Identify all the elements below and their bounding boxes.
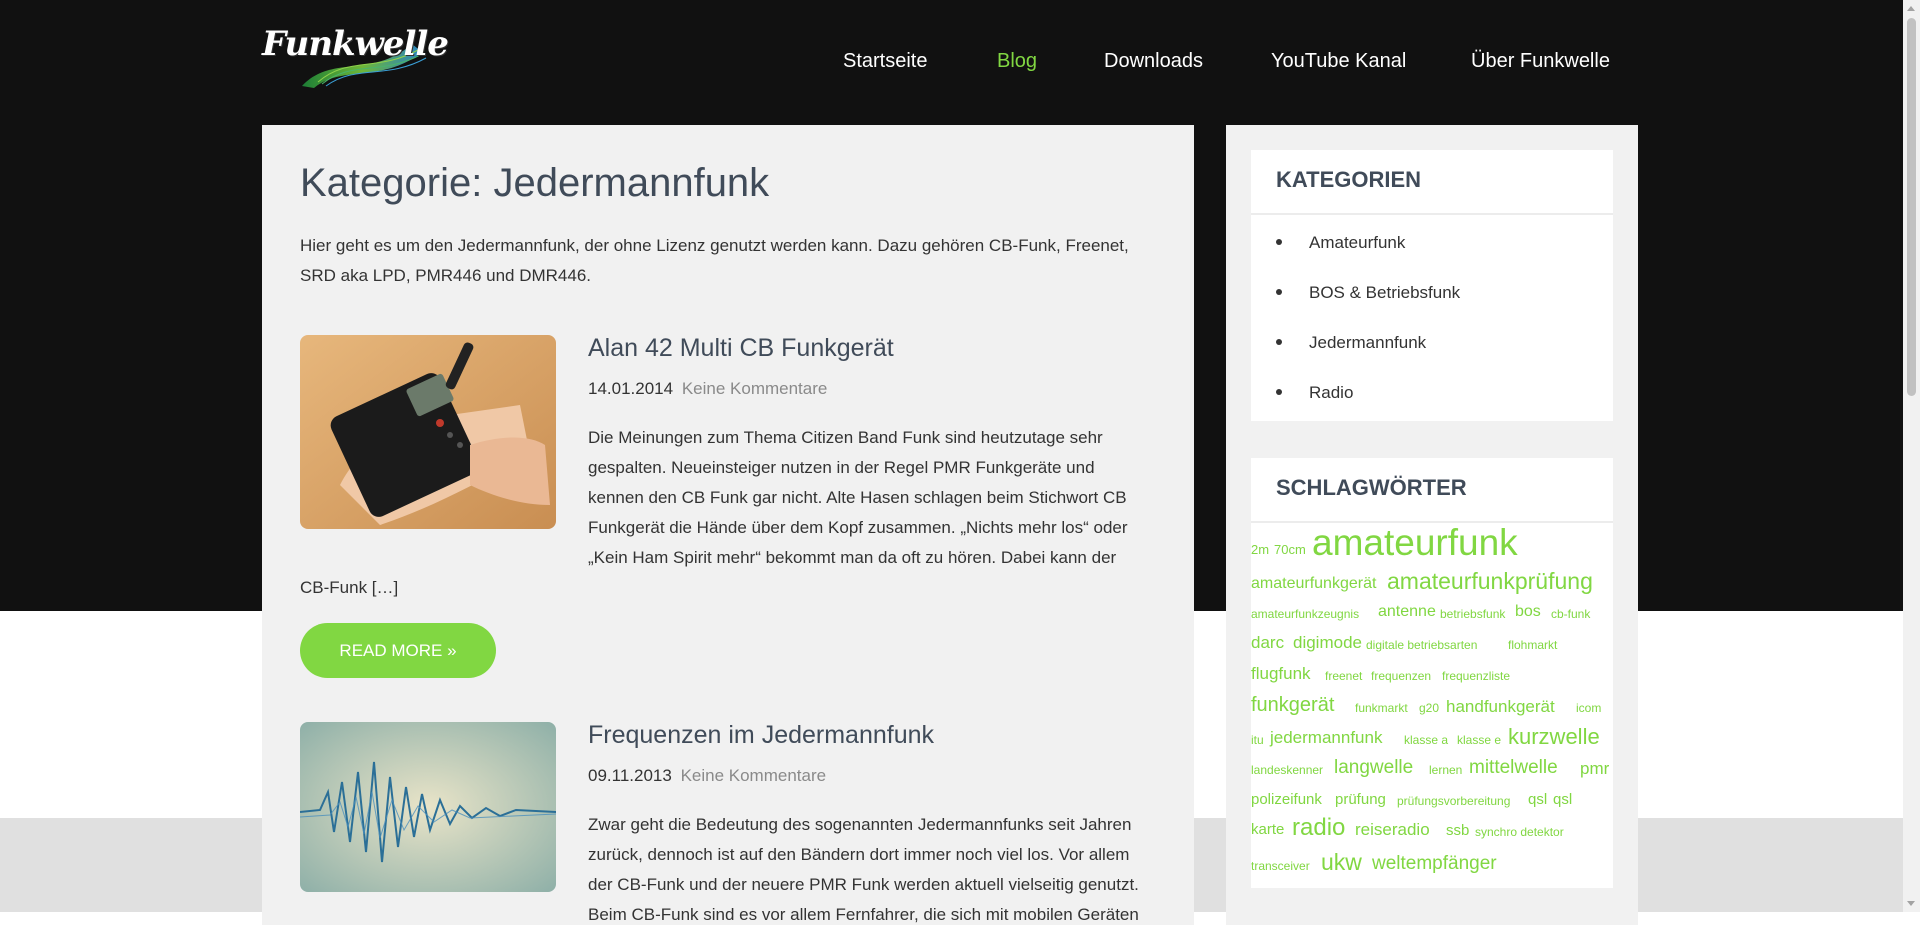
category-item-radio[interactable]: Radio: [1276, 383, 1353, 403]
tag-link[interactable]: handfunkgerät: [1446, 697, 1555, 717]
tag-link[interactable]: digitale betriebsarten: [1366, 638, 1477, 652]
post-excerpt-line: Zwar geht die Bedeutung des sogenannten …: [588, 815, 1132, 834]
category-label: BOS & Betriebsfunk: [1309, 283, 1461, 302]
tag-link[interactable]: pmr: [1580, 759, 1609, 779]
tag-link[interactable]: weltempfänger: [1372, 853, 1497, 875]
post-excerpt-line: CB-Funk […]: [300, 578, 399, 597]
tag-link[interactable]: funkgerät: [1251, 694, 1334, 717]
tag-link[interactable]: jedermannfunk: [1270, 728, 1382, 748]
tag-link[interactable]: bos: [1515, 603, 1541, 621]
category-label: Amateurfunk: [1309, 233, 1406, 252]
tag-link[interactable]: kurzwelle: [1508, 724, 1600, 750]
nav-item-blog[interactable]: Blog: [997, 50, 1037, 73]
tag-link[interactable]: landeskenner: [1251, 763, 1323, 777]
tag-link[interactable]: funkmarkt: [1355, 701, 1408, 715]
category-label: Jedermannfunk: [1309, 333, 1427, 352]
tag-link[interactable]: cb-funk: [1551, 607, 1590, 621]
category-item-bos-betriebsfunk[interactable]: BOS & Betriebsfunk: [1276, 283, 1460, 303]
post-thumbnail[interactable]: [300, 335, 556, 529]
tag-link[interactable]: qsl: [1553, 791, 1572, 808]
nav-item-startseite[interactable]: Startseite: [843, 50, 927, 73]
main-content: Kategorie: Jedermannfunk Hier geht es um…: [262, 125, 1194, 925]
tag-link[interactable]: synchro detektor: [1475, 825, 1564, 839]
tag-link[interactable]: digimode: [1293, 633, 1362, 653]
tag-link[interactable]: amateurfunkprüfung: [1387, 568, 1593, 595]
category-item-jedermannfunk[interactable]: Jedermannfunk: [1276, 333, 1426, 353]
tag-link[interactable]: amateurfunkgerät: [1251, 575, 1376, 593]
waveform-image: [300, 722, 556, 892]
sidebar: KATEGORIEN Amateurfunk BOS & Betriebsfun…: [1226, 125, 1638, 925]
page-scrollbar[interactable]: [1903, 0, 1920, 912]
tag-link[interactable]: prüfung: [1335, 791, 1386, 808]
tag-link[interactable]: ssb: [1446, 822, 1469, 839]
tag-link[interactable]: darc: [1251, 633, 1284, 653]
post-title[interactable]: Alan 42 Multi CB Funkgerät: [588, 334, 894, 363]
tag-link[interactable]: ukw: [1321, 849, 1362, 876]
scrollbar-thumb[interactable]: [1907, 18, 1916, 396]
post-excerpt-line: gespalten. Neueinsteiger nutzen in der R…: [588, 458, 1095, 477]
tag-link[interactable]: g20: [1419, 701, 1439, 715]
bullet-icon: [1276, 288, 1282, 295]
post-excerpt-line: Funkgerät die Hände über dem Kopf zusamm…: [588, 518, 1128, 537]
read-more-button[interactable]: READ MORE »: [300, 623, 496, 678]
post-title[interactable]: Frequenzen im Jedermannfunk: [588, 721, 934, 750]
post-meta: 09.11.2013 Keine Kommentare: [588, 766, 826, 786]
tag-link[interactable]: langwelle: [1334, 757, 1413, 779]
tag-link[interactable]: klasse a: [1404, 733, 1448, 747]
tag-link[interactable]: frequenzen: [1371, 669, 1431, 683]
tag-link[interactable]: betriebsfunk: [1440, 607, 1505, 621]
nav-item-youtube-kanal[interactable]: YouTube Kanal: [1271, 50, 1406, 73]
categories-widget: KATEGORIEN Amateurfunk BOS & Betriebsfun…: [1251, 150, 1613, 421]
tag-link[interactable]: lernen: [1429, 763, 1462, 777]
bullet-icon: [1276, 338, 1282, 345]
post-thumbnail[interactable]: [300, 722, 556, 892]
bullet-icon: [1276, 388, 1282, 395]
tag-link[interactable]: freenet: [1325, 669, 1362, 683]
nav-item-ueber-funkwelle[interactable]: Über Funkwelle: [1471, 50, 1610, 73]
post-comments-link[interactable]: Keine Kommentare: [682, 379, 828, 398]
tag-link[interactable]: frequenzliste: [1442, 669, 1510, 683]
tag-link[interactable]: 2m: [1251, 542, 1269, 557]
tag-link[interactable]: qsl: [1528, 791, 1547, 808]
tag-link[interactable]: amateurfunkzeugnis: [1251, 607, 1359, 621]
post-date: 14.01.2014: [588, 379, 674, 398]
tag-link[interactable]: 70cm: [1274, 542, 1306, 557]
tag-link[interactable]: itu: [1251, 733, 1264, 747]
tag-link[interactable]: prüfungsvorbereitung: [1397, 794, 1510, 808]
widget-title: SCHLAGWÖRTER: [1251, 458, 1613, 523]
page-title: Kategorie: Jedermannfunk: [300, 161, 770, 205]
category-item-amateurfunk[interactable]: Amateurfunk: [1276, 233, 1405, 253]
category-label: Radio: [1309, 383, 1354, 402]
tag-link[interactable]: transceiver: [1251, 859, 1310, 873]
post-excerpt-line: Die Meinungen zum Thema Citizen Band Fun…: [588, 428, 1103, 447]
main-nav: Startseite Blog Downloads YouTube Kanal …: [0, 50, 1920, 80]
tag-link[interactable]: antenne: [1378, 603, 1436, 621]
post-excerpt-line: zurück, dennoch ist auf den Bändern dort…: [588, 845, 1130, 864]
tag-link[interactable]: amateurfunk: [1312, 522, 1518, 564]
post-excerpt-line: kennen den CB Funk gar nicht. Alte Hasen…: [588, 488, 1127, 507]
bullet-icon: [1276, 238, 1282, 245]
post-excerpt-line: Beim CB-Funk sind es vor allem Fernfahre…: [588, 905, 1139, 924]
nav-item-downloads[interactable]: Downloads: [1104, 50, 1203, 73]
post-comments-link[interactable]: Keine Kommentare: [681, 766, 827, 785]
tag-link[interactable]: polizeifunk: [1251, 791, 1322, 808]
tag-link[interactable]: flohmarkt: [1508, 638, 1557, 652]
post-meta: 14.01.2014 Keine Kommentare: [588, 379, 827, 399]
tag-link[interactable]: icom: [1576, 701, 1601, 715]
scroll-up-icon[interactable]: [1907, 6, 1915, 11]
tag-link[interactable]: reiseradio: [1355, 820, 1430, 840]
widget-title: KATEGORIEN: [1251, 150, 1613, 215]
post-excerpt-line: „Kein Ham Spirit mehr“ bekommt man da of…: [588, 548, 1117, 567]
tag-link[interactable]: klasse e: [1457, 733, 1501, 747]
tag-link[interactable]: radio: [1292, 814, 1345, 842]
tags-widget: SCHLAGWÖRTER 2m 70cm amateurfunk amateur…: [1251, 458, 1613, 888]
post-date: 09.11.2013: [588, 766, 672, 785]
radio-photo-image: [300, 335, 556, 529]
scroll-down-icon[interactable]: [1907, 901, 1915, 906]
tag-link[interactable]: flugfunk: [1251, 664, 1311, 684]
tag-link[interactable]: karte: [1251, 821, 1284, 838]
post-excerpt-line: der CB-Funk und der neuere PMR Funk werd…: [588, 875, 1139, 894]
category-description: Hier geht es um den Jedermannfunk, der o…: [300, 236, 1129, 285]
tag-link[interactable]: mittelwelle: [1469, 757, 1558, 779]
